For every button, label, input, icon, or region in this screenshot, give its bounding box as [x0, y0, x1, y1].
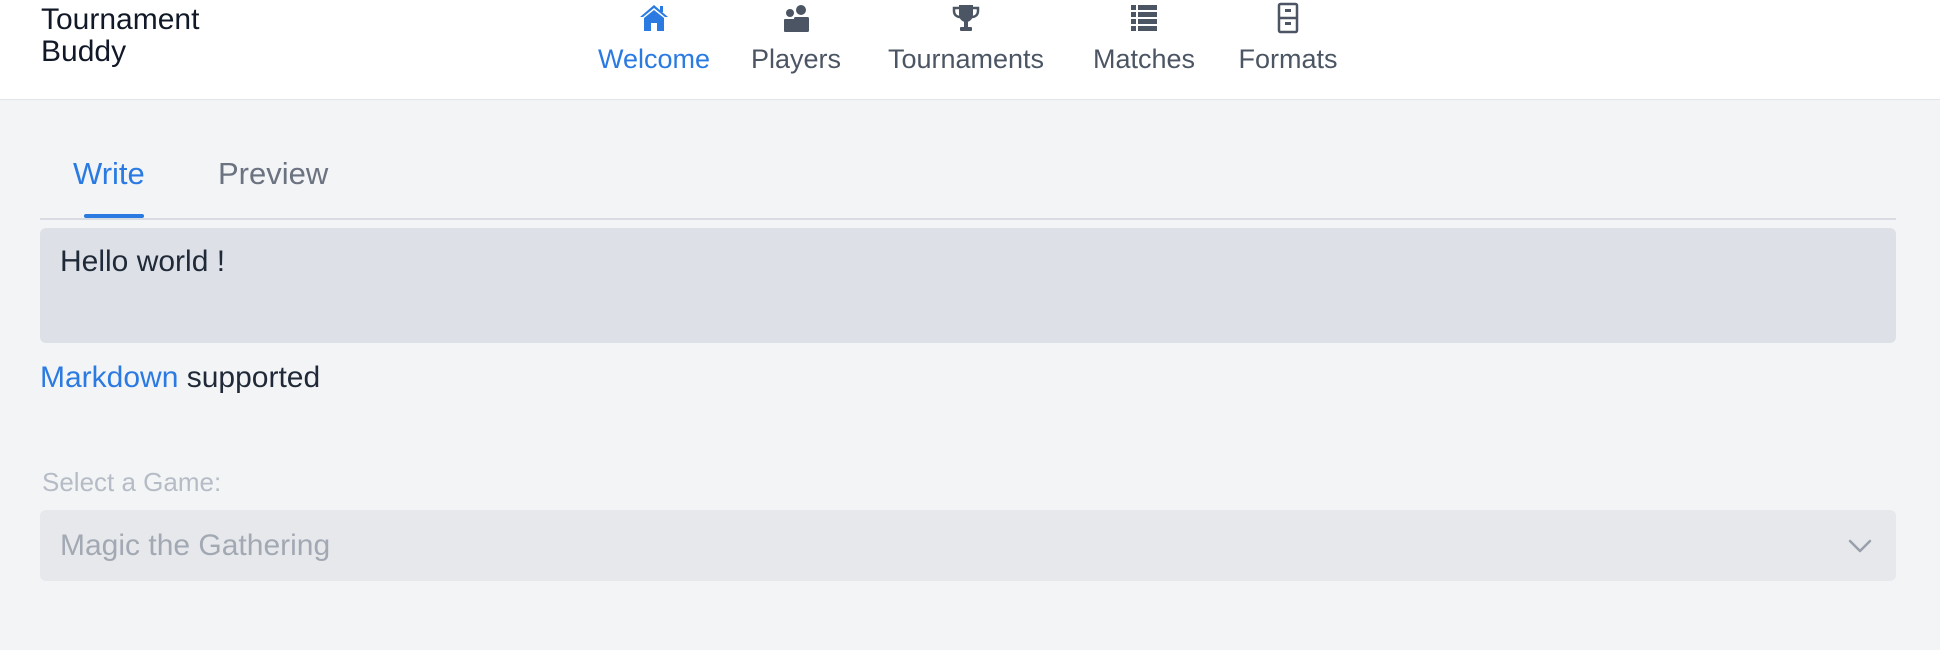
archive-icon [1272, 2, 1304, 34]
nav-label-tournaments: Tournaments [887, 44, 1045, 74]
nav-item-players[interactable]: Players [746, 0, 846, 82]
brand-line-2: Buddy [41, 35, 127, 68]
markdown-note: Markdown supported [40, 360, 320, 396]
brand-line-1: Tournament [41, 3, 200, 36]
active-tab-indicator [84, 214, 144, 218]
app-brand[interactable]: Tournament Buddy [41, 4, 199, 68]
tab-write[interactable]: Write [73, 156, 145, 192]
markdown-note-text: supported [178, 361, 321, 394]
tab-preview[interactable]: Preview [218, 156, 328, 192]
editor-tabs: Write Preview [40, 140, 1896, 220]
home-icon [638, 2, 670, 34]
list-icon [1128, 2, 1160, 34]
nav-label-welcome: Welcome [597, 44, 711, 74]
users-icon [780, 2, 812, 34]
nav-item-welcome[interactable]: Welcome [592, 0, 716, 82]
game-select-label: Select a Game: [42, 467, 222, 497]
nav-label-matches: Matches [1092, 44, 1196, 74]
top-navbar: Tournament Buddy Welcome Players Tournam… [0, 0, 1940, 100]
markdown-link[interactable]: Markdown [40, 361, 178, 394]
game-select[interactable]: Magic the Gathering [40, 510, 1896, 581]
nav-label-players: Players [750, 44, 842, 74]
nav-item-matches[interactable]: Matches [1086, 0, 1202, 82]
nav-label-formats: Formats [1238, 44, 1338, 74]
game-select-value: Magic the Gathering [60, 529, 331, 562]
nav-item-formats[interactable]: Formats [1232, 0, 1344, 82]
markdown-editor[interactable]: Hello world ! [40, 228, 1896, 343]
chevron-down-icon [1846, 532, 1874, 560]
trophy-icon [950, 2, 982, 34]
nav-item-tournaments[interactable]: Tournaments [876, 0, 1056, 82]
